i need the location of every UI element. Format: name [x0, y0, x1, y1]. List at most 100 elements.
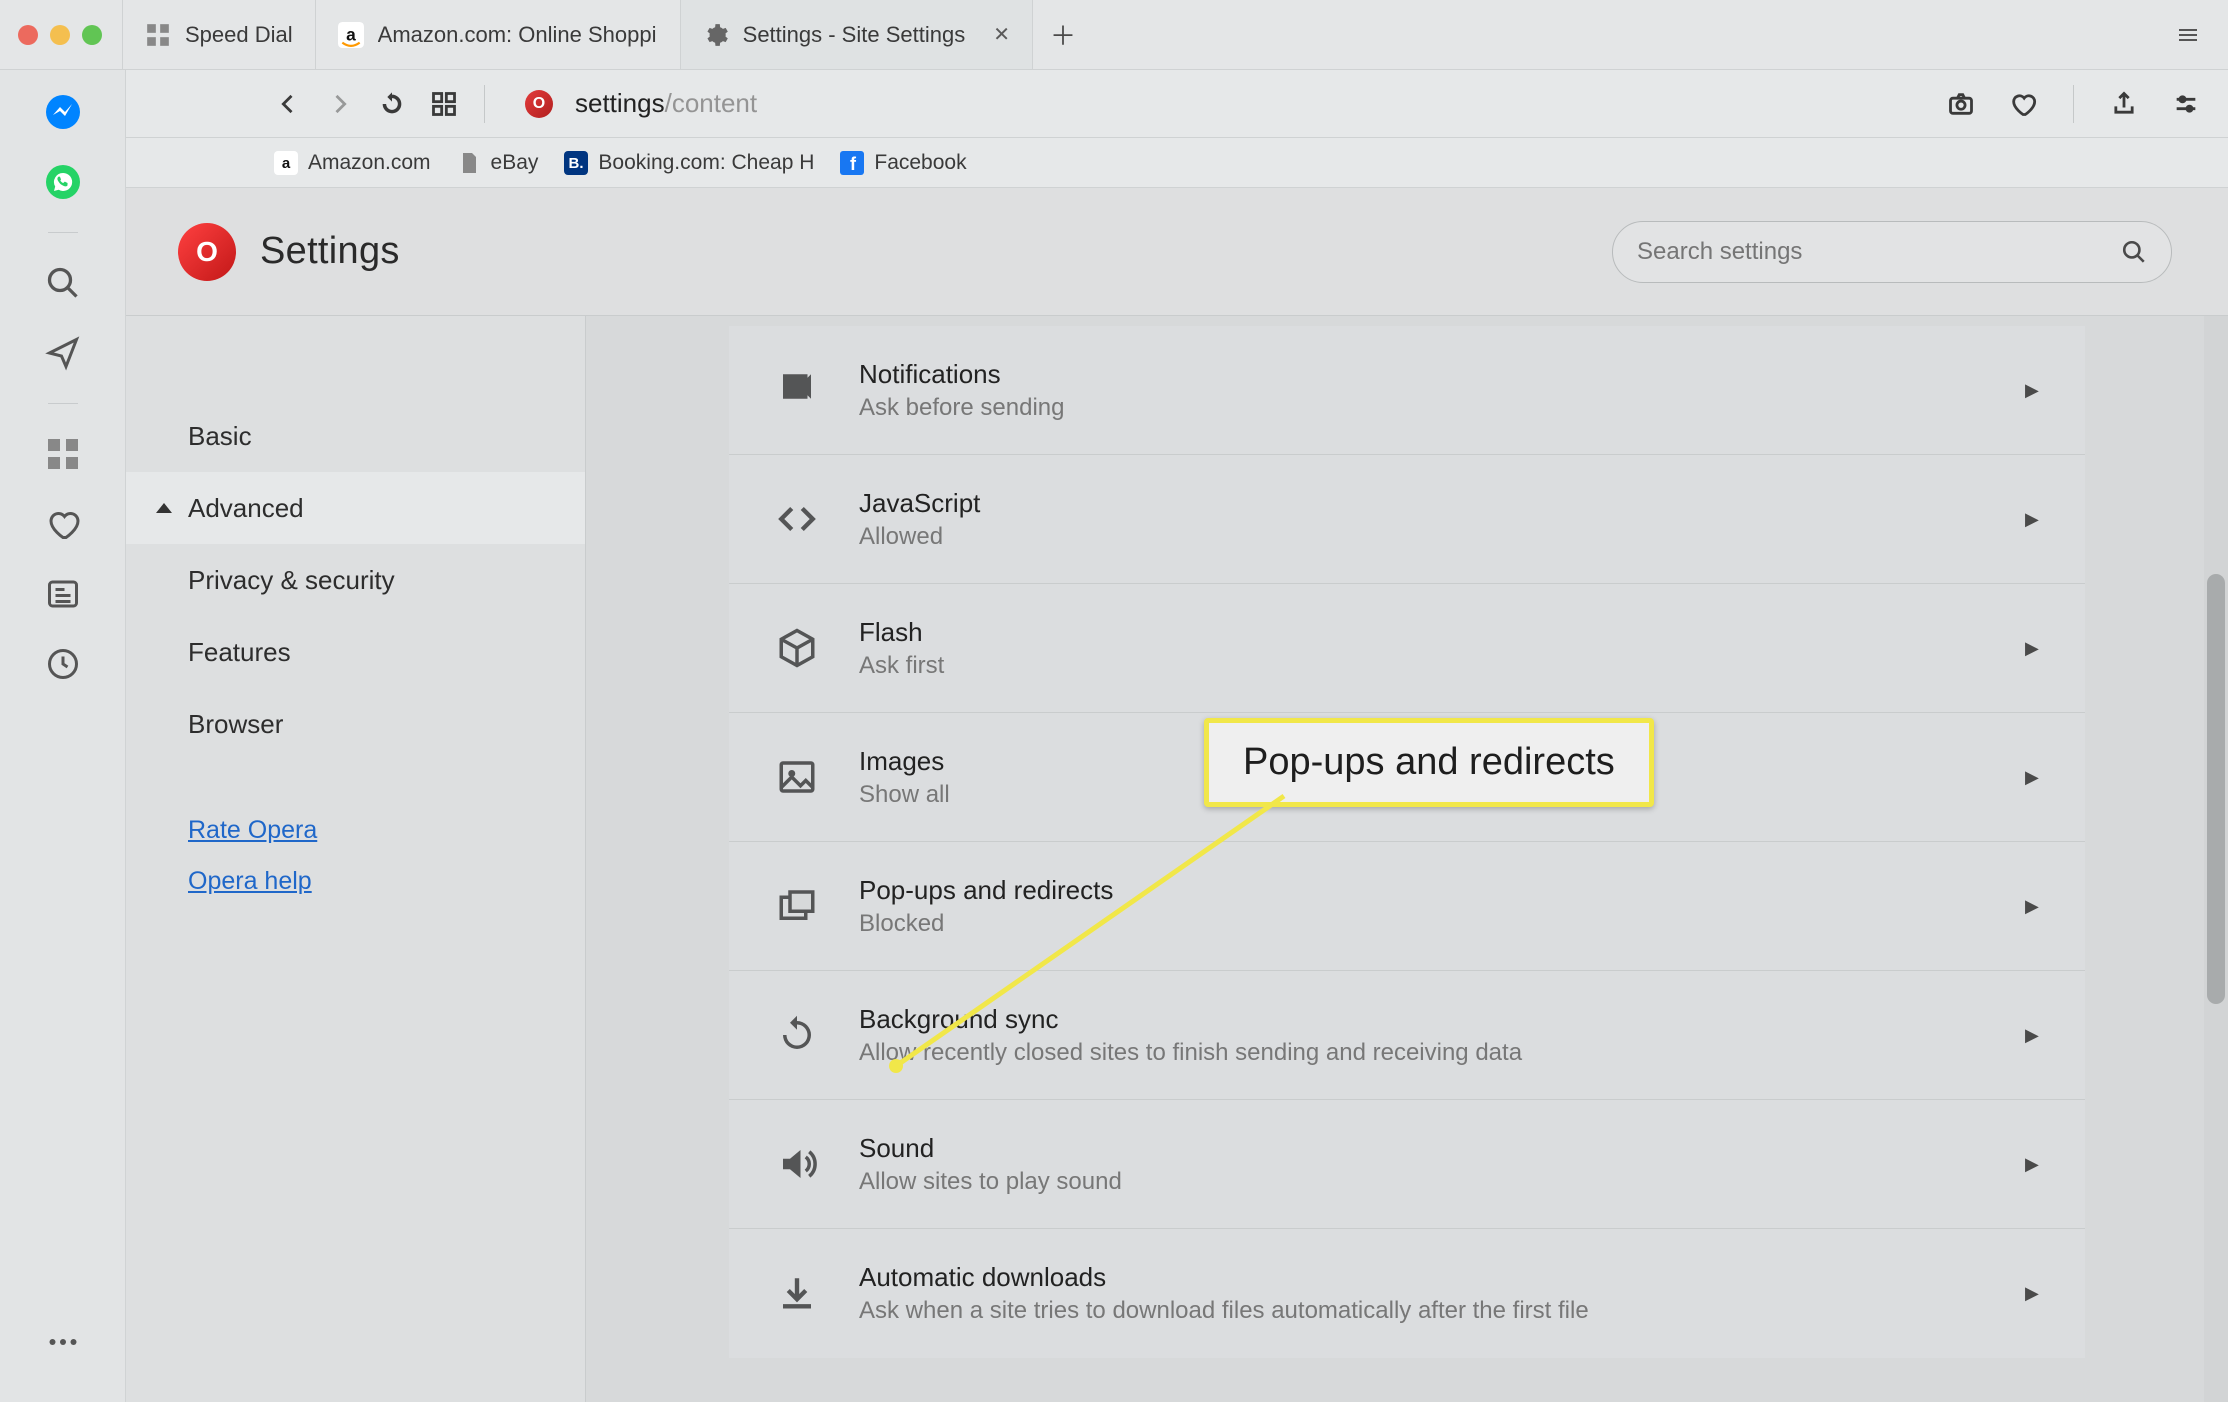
- row-automatic-downloads[interactable]: Automatic downloadsAsk when a site tries…: [729, 1229, 2085, 1358]
- rail-separator: [48, 232, 78, 233]
- page-title: Settings: [260, 230, 400, 273]
- row-subtitle: Allowed: [859, 523, 2025, 551]
- tab-label: Settings - Site Settings: [743, 22, 966, 48]
- window-close-button[interactable]: [18, 25, 38, 45]
- file-icon: [457, 151, 481, 175]
- nav-label: Features: [188, 637, 291, 668]
- code-icon: [769, 498, 825, 540]
- nav-browser[interactable]: Browser: [126, 688, 585, 760]
- address-host: settings: [575, 88, 665, 118]
- settings-header: O Settings: [126, 188, 2228, 316]
- start-page-button[interactable]: [422, 82, 466, 126]
- share-icon[interactable]: [2102, 82, 2146, 126]
- row-subtitle: Allow recently closed sites to finish se…: [859, 1039, 2025, 1067]
- snapshot-icon[interactable]: [1939, 82, 1983, 126]
- heart-icon[interactable]: [43, 504, 83, 544]
- settings-list: NotificationsAsk before sending ▶ JavaSc…: [729, 326, 2085, 1402]
- booking-favicon: B.: [564, 151, 588, 175]
- svg-text:f: f: [850, 154, 857, 174]
- bookmark-amazon[interactable]: a Amazon.com: [274, 151, 431, 175]
- chevron-right-icon: ▶: [2025, 896, 2045, 917]
- row-title: Sound: [859, 1133, 2025, 1164]
- bookmark-facebook[interactable]: f Facebook: [840, 151, 966, 175]
- bookmark-booking[interactable]: B. Booking.com: Cheap H: [564, 151, 814, 175]
- tab-strip: Speed Dial a Amazon.com: Online Shoppin …: [122, 0, 2228, 69]
- browser-window: Speed Dial a Amazon.com: Online Shoppin …: [0, 0, 2228, 1402]
- sync-icon: [769, 1014, 825, 1056]
- messenger-icon[interactable]: [43, 92, 83, 132]
- row-title: Pop-ups and redirects: [859, 875, 2025, 906]
- chevron-right-icon: ▶: [2025, 1025, 2045, 1046]
- sidebar-rail: [0, 70, 126, 1402]
- row-subtitle: Blocked: [859, 910, 2025, 938]
- address-bar[interactable]: settings/content: [575, 88, 1931, 119]
- settings-search-input[interactable]: [1637, 238, 2121, 266]
- speed-dial-icon[interactable]: [43, 434, 83, 474]
- annotation-callout: Pop-ups and redirects: [1204, 718, 1654, 807]
- row-subtitle: Allow sites to play sound: [859, 1168, 2025, 1196]
- tab-speed-dial[interactable]: Speed Dial: [122, 0, 316, 69]
- row-notifications[interactable]: NotificationsAsk before sending ▶: [729, 326, 2085, 455]
- bookmark-label: eBay: [491, 151, 539, 175]
- scrollbar-thumb[interactable]: [2207, 574, 2225, 1004]
- reload-button[interactable]: [370, 82, 414, 126]
- news-icon[interactable]: [43, 574, 83, 614]
- tab-close-button[interactable]: ✕: [993, 22, 1010, 47]
- chevron-right-icon: ▶: [2025, 380, 2045, 401]
- send-icon[interactable]: [43, 333, 83, 373]
- toolbar-right: [1939, 82, 2208, 126]
- history-icon[interactable]: [43, 644, 83, 684]
- window-zoom-button[interactable]: [82, 25, 102, 45]
- nav-features[interactable]: Features: [126, 616, 585, 688]
- new-tab-button[interactable]: ＋: [1043, 15, 1083, 55]
- nav-label: Basic: [188, 421, 252, 452]
- facebook-favicon: f: [840, 151, 864, 175]
- settings-list-scroll[interactable]: NotificationsAsk before sending ▶ JavaSc…: [586, 316, 2228, 1402]
- svg-text:a: a: [346, 24, 356, 44]
- nav-advanced[interactable]: Advanced: [126, 472, 585, 544]
- bookmark-label: Amazon.com: [308, 151, 431, 175]
- back-button[interactable]: [266, 82, 310, 126]
- chevron-right-icon: ▶: [2025, 1283, 2045, 1304]
- download-icon: [769, 1273, 825, 1315]
- tab-settings[interactable]: Settings - Site Settings ✕: [681, 0, 1033, 69]
- gear-icon: [703, 22, 729, 48]
- page: O settings/content a Amazon.com eBay: [126, 70, 2228, 1402]
- rail-separator: [48, 403, 78, 404]
- row-sound[interactable]: SoundAllow sites to play sound ▶: [729, 1100, 2085, 1229]
- opera-help-link[interactable]: Opera help: [126, 867, 585, 896]
- rate-opera-link[interactable]: Rate Opera: [126, 816, 585, 845]
- settings-nav: Basic Advanced Privacy & security Featur…: [126, 316, 586, 1402]
- row-popups[interactable]: Pop-ups and redirects Blocked ▶: [729, 842, 2085, 971]
- window-minimize-button[interactable]: [50, 25, 70, 45]
- bookmark-ebay[interactable]: eBay: [457, 151, 539, 175]
- nav-basic[interactable]: Basic: [126, 400, 585, 472]
- tab-amazon[interactable]: a Amazon.com: Online Shoppin: [316, 0, 681, 69]
- row-flash[interactable]: FlashAsk first ▶: [729, 584, 2085, 713]
- row-title: Automatic downloads: [859, 1262, 2025, 1293]
- row-title: JavaScript: [859, 488, 2025, 519]
- whatsapp-icon[interactable]: [43, 162, 83, 202]
- tab-menu-button[interactable]: [2164, 11, 2212, 59]
- row-subtitle: Ask first: [859, 652, 2025, 680]
- forward-button[interactable]: [318, 82, 362, 126]
- chevron-right-icon: ▶: [2025, 509, 2045, 530]
- main-row: O settings/content a Amazon.com eBay: [0, 70, 2228, 1402]
- cube-icon: [769, 627, 825, 669]
- svg-text:a: a: [282, 155, 291, 172]
- easy-setup-icon[interactable]: [2164, 82, 2208, 126]
- search-icon[interactable]: [43, 263, 83, 303]
- settings-search[interactable]: [1612, 221, 2172, 283]
- row-background-sync[interactable]: Background syncAllow recently closed sit…: [729, 971, 2085, 1100]
- row-subtitle: Ask before sending: [859, 394, 2025, 422]
- amazon-favicon: a: [338, 22, 364, 48]
- site-identity-icon[interactable]: O: [525, 90, 553, 118]
- bookmarks-bar: a Amazon.com eBay B. Booking.com: Cheap …: [126, 138, 2228, 188]
- more-icon[interactable]: [43, 1322, 83, 1362]
- toolbar: O settings/content: [126, 70, 2228, 138]
- bookmark-heart-icon[interactable]: [2001, 82, 2045, 126]
- nav-privacy[interactable]: Privacy & security: [126, 544, 585, 616]
- row-javascript[interactable]: JavaScript Allowed ▶: [729, 455, 2085, 584]
- speed-dial-icon: [145, 22, 171, 48]
- toolbar-separator: [484, 85, 485, 123]
